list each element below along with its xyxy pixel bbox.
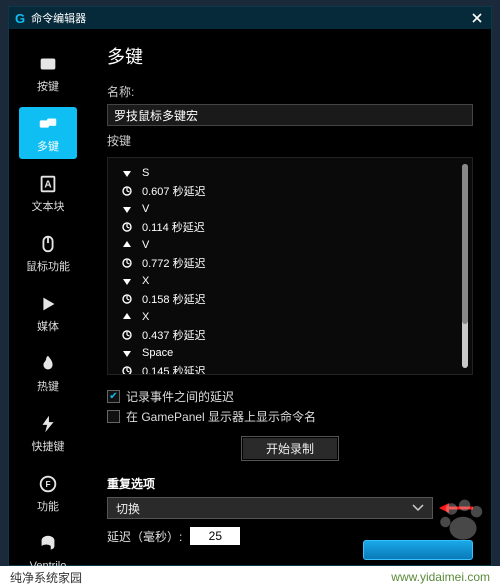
command-editor-window: G 命令编辑器 按键多键A文本块鼠标功能媒体热键快捷键F功能Ventrilo 多… xyxy=(8,6,492,566)
keystroke-row[interactable]: V xyxy=(122,200,448,218)
keystroke-row[interactable]: S xyxy=(122,164,448,182)
sidebar-item-3[interactable]: 鼠标功能 xyxy=(19,227,77,279)
keystroke-text: 0.158 秒延迟 xyxy=(142,291,206,307)
footer-site: www.yidaimei.com xyxy=(391,570,490,584)
keystroke-list[interactable]: S 0.607 秒延迟 V 0.114 秒延迟 V 0.772 秒延迟 X 0.158 秒延迟… xyxy=(107,157,473,375)
arrow-up-icon xyxy=(122,312,134,322)
delay-ms-label: 延迟（毫秒）: xyxy=(107,528,182,545)
clock-icon xyxy=(122,366,134,374)
scrollbar-thumb[interactable] xyxy=(462,164,468,324)
keystroke-text: 0.114 秒延迟 xyxy=(142,219,205,235)
scrollbar[interactable] xyxy=(462,164,468,368)
keystroke-row[interactable]: X xyxy=(122,272,448,290)
arrow-up-icon xyxy=(122,240,134,250)
clock-icon xyxy=(122,222,134,232)
repeat-mode-select[interactable]: 切换 xyxy=(107,497,433,519)
keystroke-text: V xyxy=(142,239,149,251)
sidebar-item-label: 热键 xyxy=(37,381,59,393)
keystroke-row[interactable]: 0.607 秒延迟 xyxy=(122,182,448,200)
keystroke-row[interactable]: 0.145 秒延迟 xyxy=(122,362,448,374)
sidebar: 按键多键A文本块鼠标功能媒体热键快捷键F功能Ventrilo xyxy=(9,29,87,565)
keystroke-text: 0.145 秒延迟 xyxy=(142,363,206,374)
close-button[interactable] xyxy=(469,10,485,26)
keystroke-text: Space xyxy=(142,347,173,359)
sidebar-item-0[interactable]: 按键 xyxy=(19,47,77,99)
sidebar-item-4[interactable]: 媒体 xyxy=(19,287,77,339)
footer: 纯净系统家园 www.yidaimei.com xyxy=(0,566,500,588)
keystroke-row[interactable]: X xyxy=(122,308,448,326)
sidebar-item-label: 媒体 xyxy=(37,321,59,333)
clock-icon xyxy=(122,330,134,340)
keystroke-text: V xyxy=(142,203,149,215)
keystroke-row[interactable]: 0.437 秒延迟 xyxy=(122,326,448,344)
chevron-down-icon xyxy=(412,504,424,512)
titlebar: G 命令编辑器 xyxy=(9,7,491,29)
clock-icon xyxy=(122,294,134,304)
keystroke-row[interactable]: V xyxy=(122,236,448,254)
delay-ms-input[interactable] xyxy=(190,527,240,545)
keystroke-text: X xyxy=(142,311,149,323)
record-delay-checkbox[interactable] xyxy=(107,390,120,403)
macro-name-input[interactable] xyxy=(107,104,473,126)
clock-icon xyxy=(122,186,134,196)
sidebar-item-label: 快捷键 xyxy=(32,441,65,453)
clock-icon xyxy=(122,258,134,268)
logitech-logo: G xyxy=(15,11,25,26)
keystroke-text: S xyxy=(142,167,149,179)
gamepanel-label: 在 GamePanel 显示器上显示命令名 xyxy=(126,408,316,425)
watermark-paw-icon xyxy=(436,496,488,548)
sidebar-item-5[interactable]: 热键 xyxy=(19,347,77,399)
keystroke-text: X xyxy=(142,275,149,287)
arrow-down-icon xyxy=(122,168,134,178)
keystroke-row[interactable]: 0.772 秒延迟 xyxy=(122,254,448,272)
footer-brand: 纯净系统家园 xyxy=(10,569,82,586)
start-recording-button[interactable]: 开始录制 xyxy=(241,436,339,461)
gamepanel-checkbox[interactable] xyxy=(107,410,120,423)
svg-text:A: A xyxy=(44,180,52,191)
repeat-mode-value: 切换 xyxy=(116,500,140,517)
sidebar-item-label: 鼠标功能 xyxy=(26,261,70,273)
sidebar-item-label: 文本块 xyxy=(32,201,65,213)
svg-text:F: F xyxy=(45,480,50,489)
name-label: 名称: xyxy=(107,83,473,100)
sidebar-item-label: 按键 xyxy=(37,81,59,93)
keystroke-row[interactable]: 0.158 秒延迟 xyxy=(122,290,448,308)
keys-label: 按键 xyxy=(107,132,473,149)
sidebar-item-label: 功能 xyxy=(37,501,59,513)
sidebar-item-6[interactable]: 快捷键 xyxy=(19,407,77,459)
page-title: 多键 xyxy=(107,43,473,69)
sidebar-item-2[interactable]: A 文本块 xyxy=(19,167,77,219)
record-delay-label: 记录事件之间的延迟 xyxy=(126,388,234,405)
arrow-down-icon xyxy=(122,276,134,286)
keystroke-row[interactable]: 0.114 秒延迟 xyxy=(122,218,448,236)
sidebar-item-label: 多键 xyxy=(37,141,59,153)
keystroke-row[interactable]: Space xyxy=(122,344,448,362)
keystroke-text: 0.607 秒延迟 xyxy=(142,183,206,199)
keystroke-text: 0.772 秒延迟 xyxy=(142,255,206,271)
sidebar-item-1[interactable]: 多键 xyxy=(19,107,77,159)
main-panel: 多键 名称: 按键 S 0.607 秒延迟 V 0.114 秒延迟 V 0.772 秒延迟… xyxy=(87,29,491,565)
arrow-down-icon xyxy=(122,204,134,214)
repeat-section-label: 重复选项 xyxy=(107,475,473,492)
keystroke-text: 0.437 秒延迟 xyxy=(142,327,206,343)
window-title: 命令编辑器 xyxy=(31,10,86,26)
close-icon xyxy=(472,13,482,23)
arrow-down-icon xyxy=(122,348,134,358)
sidebar-item-7[interactable]: F 功能 xyxy=(19,467,77,519)
